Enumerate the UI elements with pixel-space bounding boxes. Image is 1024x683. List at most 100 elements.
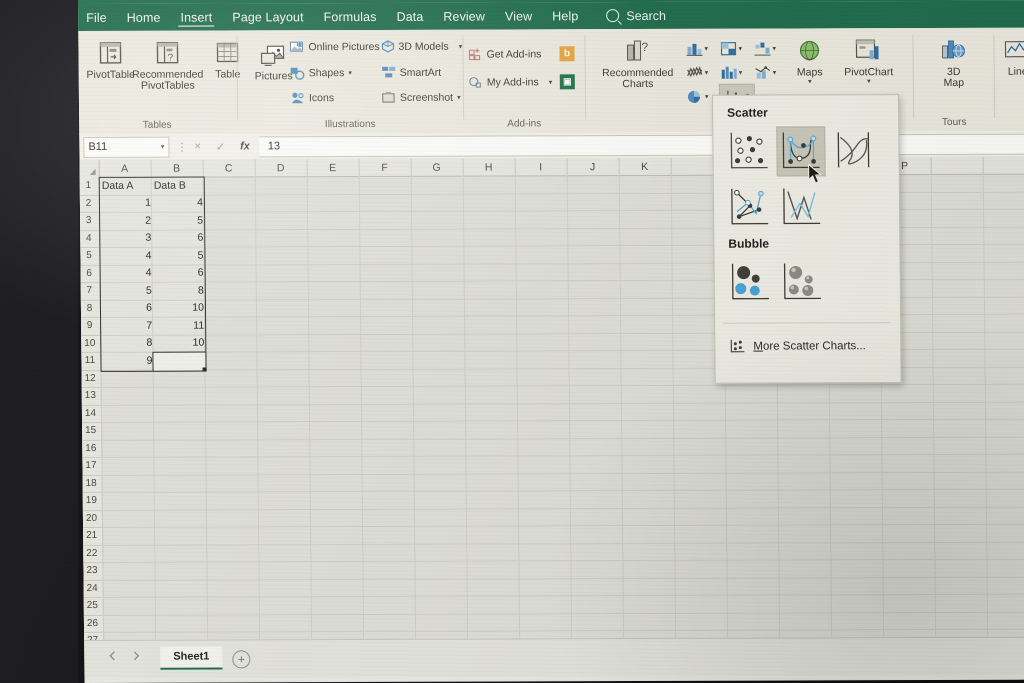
cell-a10[interactable]: 8 (100, 334, 156, 352)
cell-a5[interactable]: 4 (99, 247, 155, 265)
row-header-26[interactable]: 26 (81, 614, 104, 633)
more-scatter-charts-button[interactable]: More Scatter Charts... (729, 338, 866, 353)
icons-button[interactable]: Icons (290, 91, 334, 105)
name-box-dropdown-icon[interactable]: ▾ (161, 143, 165, 151)
row-header-23[interactable]: 23 (81, 561, 103, 581)
my-addins-button[interactable]: My Add-ins ▾ (469, 75, 553, 88)
gallery-item-scatter-smooth-lines[interactable] (830, 127, 878, 176)
row-header-7[interactable]: 7 (78, 281, 100, 301)
sheet-nav-arrows[interactable] (104, 649, 150, 663)
recommended-charts-button[interactable]: ? Recommended Charts (599, 39, 675, 91)
pie-chart-dropdown-icon[interactable]: ▾ (705, 93, 709, 100)
cell-a3[interactable]: 2 (99, 212, 155, 230)
row-header-18[interactable]: 18 (80, 474, 102, 493)
row-header-17[interactable]: 17 (80, 456, 102, 476)
cell-b4[interactable]: 6 (151, 229, 207, 247)
formula-cancel-button[interactable]: × (194, 141, 201, 153)
my-addins-dropdown-icon[interactable]: ▾ (543, 78, 553, 86)
active-cell-b11[interactable] (152, 351, 207, 372)
cell-b7[interactable]: 8 (152, 282, 208, 300)
gallery-item-scatter-straight-lines[interactable] (777, 183, 826, 232)
hierarchy-chart-button[interactable]: ▾ (719, 37, 753, 61)
tab-page-layout[interactable]: Page Layout (222, 3, 314, 30)
cell-b9[interactable]: 11 (152, 317, 208, 335)
waterfall-chart-dropdown-icon[interactable]: ▾ (772, 45, 776, 52)
bar-chart-dropdown-icon[interactable]: ▾ (739, 69, 743, 76)
row-header-22[interactable]: 22 (81, 544, 103, 563)
column-header-d[interactable]: D (254, 159, 308, 177)
row-header-15[interactable]: 15 (80, 421, 102, 441)
pivotchart-dropdown-icon[interactable]: ▾ (867, 79, 871, 87)
combo-chart-dropdown-icon[interactable]: ▾ (773, 69, 777, 76)
row-header-19[interactable]: 19 (80, 491, 102, 511)
formula-input[interactable]: 13 (259, 133, 1024, 157)
3d-models-dropdown-icon[interactable]: ▾ (453, 42, 463, 50)
cell-a4[interactable]: 3 (99, 229, 155, 247)
cell-a1[interactable]: Data A (99, 177, 154, 195)
row-header-5[interactable]: 5 (78, 246, 100, 266)
gallery-item-scatter-markers[interactable] (725, 127, 773, 176)
row-header-25[interactable]: 25 (81, 596, 103, 616)
row-header-2[interactable]: 2 (78, 194, 100, 213)
get-addins-button[interactable]: Get Add-ins (468, 47, 541, 61)
column-header-e[interactable]: E (306, 159, 360, 177)
cell-b10[interactable]: 10 (152, 334, 208, 352)
row-header-8[interactable]: 8 (78, 299, 101, 318)
cell-b5[interactable]: 5 (151, 247, 207, 265)
cell-a7[interactable]: 5 (100, 282, 156, 300)
column-header-j[interactable]: J (566, 158, 620, 176)
recommended-pivottables-button[interactable]: ? Recommended PivotTables (132, 41, 203, 93)
cell-a8[interactable]: 6 (100, 299, 156, 317)
screenshot-button[interactable]: Screenshot ▾ (382, 91, 461, 104)
screenshot-dropdown-icon[interactable]: ▾ (457, 93, 461, 101)
cell-a11[interactable]: 9 (100, 352, 156, 370)
hierarchy-chart-dropdown-icon[interactable]: ▾ (738, 45, 742, 52)
gallery-item-bubble-3d[interactable] (778, 258, 826, 307)
search-box[interactable]: Search (588, 8, 666, 23)
maps-dropdown-icon[interactable]: ▾ (808, 79, 812, 87)
column-header-a[interactable]: A (98, 159, 152, 177)
pivotchart-button[interactable]: PivotChart ▾ (835, 38, 901, 86)
cell-b1[interactable]: Data B (151, 177, 206, 195)
row-header-13[interactable]: 13 (79, 386, 101, 406)
cell-b8[interactable]: 10 (152, 299, 208, 317)
tab-file[interactable]: File (78, 4, 117, 31)
column-header-h[interactable]: H (462, 158, 516, 176)
row-header-4[interactable]: 4 (78, 229, 100, 248)
shapes-dropdown-icon[interactable]: ▾ (348, 69, 352, 77)
column-header-k[interactable]: K (618, 157, 672, 176)
column-header-r[interactable] (982, 156, 1024, 174)
tab-home[interactable]: Home (117, 4, 171, 31)
tab-formulas[interactable]: Formulas (314, 3, 387, 30)
maps-button[interactable]: Maps ▾ (781, 38, 837, 86)
line-chart-button[interactable]: ▾ (686, 61, 720, 85)
cell-b6[interactable]: 6 (152, 264, 208, 282)
name-box[interactable]: B11 ▾ (83, 136, 170, 158)
row-header-16[interactable]: 16 (80, 439, 102, 458)
shapes-button[interactable]: Shapes ▾ (290, 66, 352, 80)
tab-review[interactable]: Review (433, 3, 495, 30)
row-header-20[interactable]: 20 (80, 509, 103, 528)
column-header-f[interactable]: F (358, 158, 412, 177)
3d-models-button[interactable]: 3D Models ▾ (381, 40, 462, 53)
online-pictures-button[interactable]: Online Pictures (289, 40, 380, 54)
row-header-9[interactable]: 9 (79, 316, 101, 336)
row-header-21[interactable]: 21 (81, 526, 103, 546)
column-header-g[interactable]: G (410, 158, 464, 176)
tab-data[interactable]: Data (386, 3, 433, 30)
3d-map-button[interactable]: 3D Map (925, 38, 981, 90)
tab-view[interactable]: View (495, 2, 543, 29)
gallery-item-bubble[interactable] (726, 258, 774, 307)
row-header-12[interactable]: 12 (79, 369, 101, 388)
line-chart-dropdown-icon[interactable]: ▾ (705, 69, 709, 76)
gallery-item-scatter-straight-lines-markers[interactable] (725, 183, 774, 232)
cell-b3[interactable]: 5 (151, 212, 207, 230)
row-header-24[interactable]: 24 (81, 579, 103, 598)
tab-insert[interactable]: Insert (170, 3, 222, 30)
smartart-button[interactable]: SmartArt (382, 66, 442, 79)
column-header-q[interactable] (930, 156, 984, 175)
column-header-b[interactable]: B (150, 159, 204, 177)
column-chart-dropdown-icon[interactable]: ▾ (704, 45, 708, 52)
select-all-corner[interactable] (78, 159, 100, 177)
column-chart-button[interactable]: ▾ (685, 37, 719, 61)
